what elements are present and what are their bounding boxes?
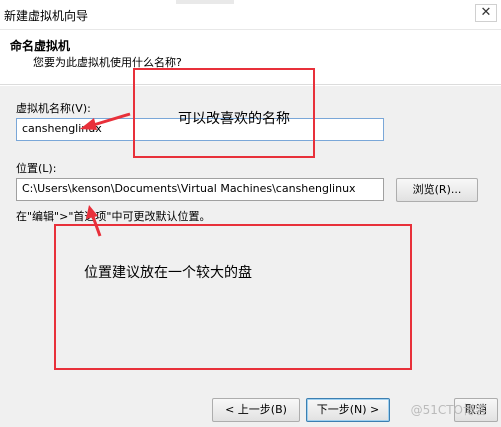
background-window-edge: [176, 0, 234, 4]
location-annotation-box: [54, 224, 412, 370]
browse-button[interactable]: 浏览(R)...: [396, 178, 478, 202]
location-annotation-text: 位置建议放在一个较大的盘: [84, 265, 252, 281]
location-input[interactable]: C:\Users\kenson\Documents\Virtual Machin…: [16, 178, 384, 201]
default-location-hint: 在"编辑">"首选项"中可更改默认位置。: [16, 210, 211, 223]
title-bar: 新建虚拟机向导 ✕: [0, 0, 501, 30]
page-title: 命名虚拟机: [10, 39, 71, 53]
location-label: 位置(L):: [16, 162, 57, 175]
watermark: @51CTO博客: [410, 403, 487, 417]
window-title: 新建虚拟机向导: [4, 9, 89, 23]
name-annotation-text: 可以改喜欢的名称: [178, 111, 290, 127]
next-button[interactable]: 下一步(N) >: [306, 398, 390, 422]
back-button[interactable]: < 上一步(B): [212, 398, 300, 422]
vm-name-label: 虚拟机名称(V):: [16, 102, 91, 115]
close-button[interactable]: ✕: [475, 4, 497, 22]
